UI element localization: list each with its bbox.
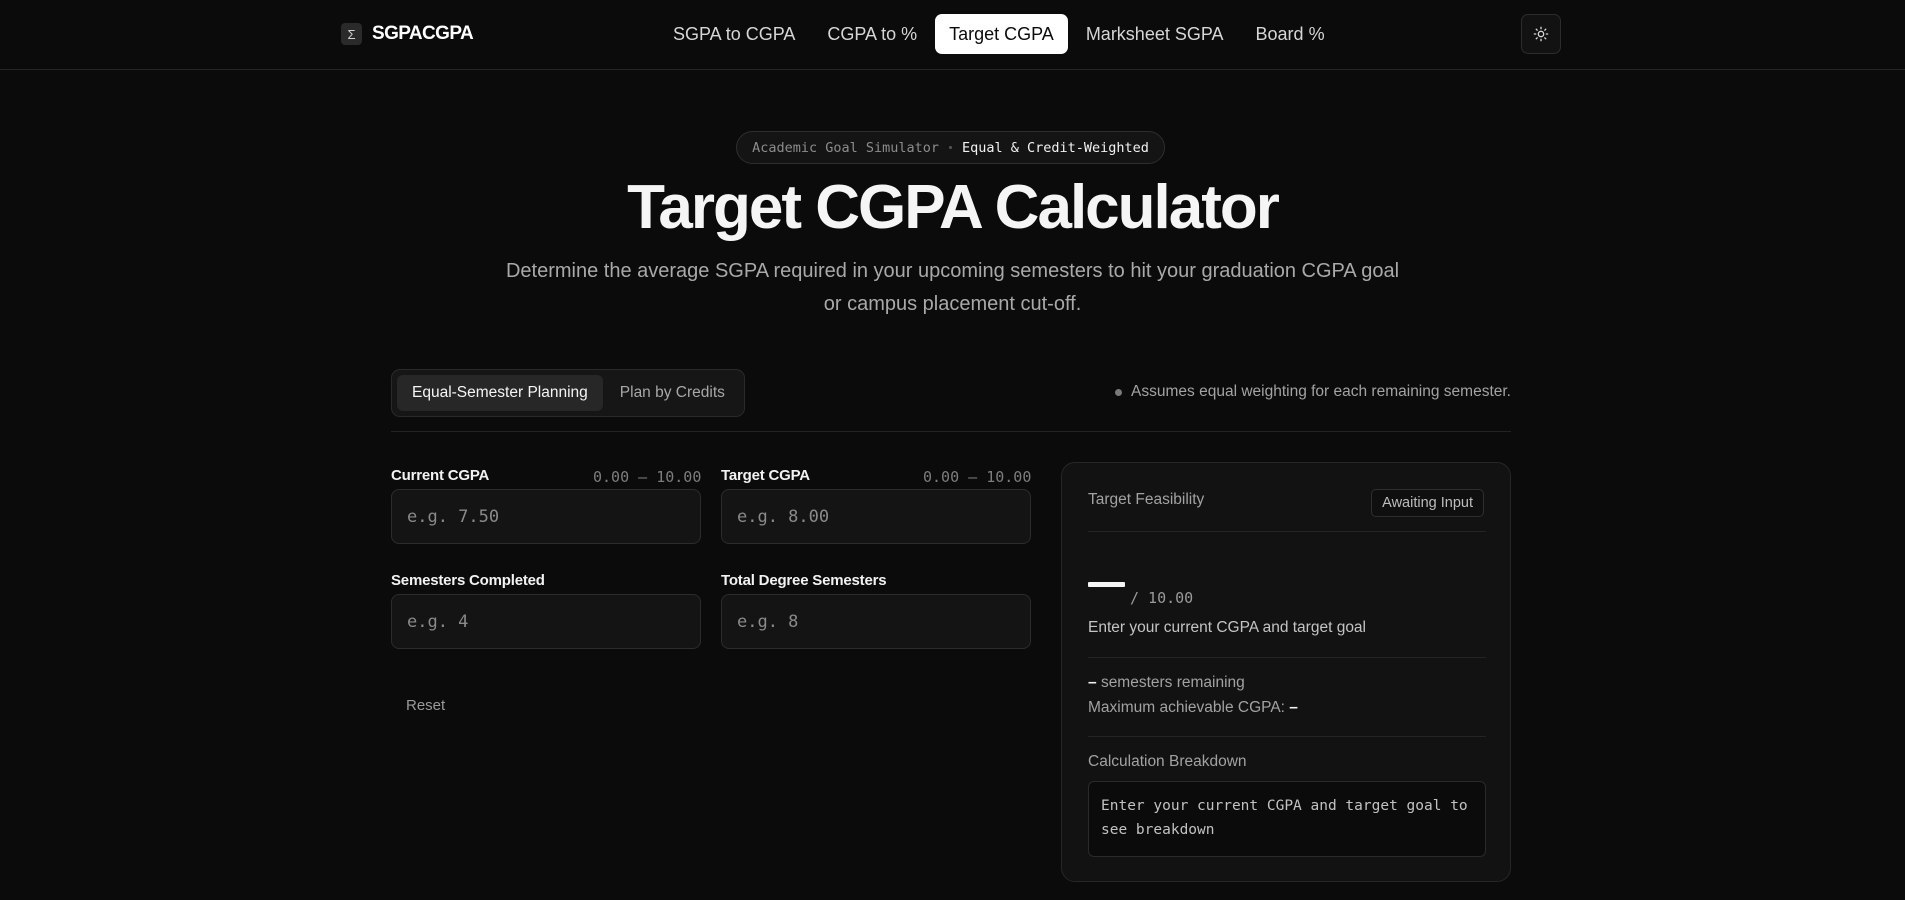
target-feasibility-card: Target Feasibility Awaiting Input / 10.0… — [1061, 462, 1511, 882]
main-nav: SGPA to CGPA CGPA to % Target CGPA Marks… — [659, 14, 1339, 54]
breakdown-label: Calculation Breakdown — [1088, 753, 1247, 770]
current-cgpa-input[interactable] — [391, 489, 701, 544]
semesters-remaining-label: semesters remaining — [1100, 674, 1245, 691]
max-cgpa-value: – — [1289, 699, 1298, 716]
total-semesters-input[interactable] — [721, 594, 1031, 649]
semesters-completed-input[interactable] — [391, 594, 701, 649]
required-sgpa-placeholder-dash — [1088, 582, 1125, 587]
mode-note: Assumes equal weighting for each remaini… — [1115, 383, 1511, 401]
semesters-remaining-stat: – semesters remaining — [1088, 674, 1245, 692]
card-divider — [1088, 736, 1486, 737]
hero-tag-pill: Academic Goal Simulator Equal & Credit-W… — [736, 131, 1165, 164]
bullet-dot-icon — [1115, 388, 1123, 396]
semesters-completed-label: Semesters Completed — [391, 572, 545, 589]
breakdown-box: Enter your current CGPA and target goal … — [1088, 781, 1486, 857]
current-cgpa-label: Current CGPA — [391, 467, 490, 484]
total-semesters-label: Total Degree Semesters — [721, 572, 887, 589]
sigma-icon: Σ — [341, 23, 362, 45]
page-subtitle: Determine the average SGPA required in y… — [505, 260, 1400, 315]
pill-label-simulator: Academic Goal Simulator — [752, 139, 939, 156]
max-cgpa-stat: Maximum achievable CGPA: – — [1088, 699, 1298, 717]
card-heading: Target Feasibility — [1088, 491, 1205, 508]
result-message: Enter your current CGPA and target goal — [1088, 619, 1367, 636]
tab-plan-by-credits[interactable]: Plan by Credits — [605, 375, 740, 411]
status-badge: Awaiting Input — [1371, 489, 1484, 517]
card-divider — [1088, 657, 1486, 658]
current-cgpa-range: 0.00 – 10.00 — [593, 468, 702, 486]
nav-item-marksheet-sgpa[interactable]: Marksheet SGPA — [1072, 14, 1238, 54]
planning-mode-tabs: Equal-Semester Planning Plan by Credits — [391, 369, 745, 417]
section-divider — [391, 431, 1511, 432]
brand-name: SGPACGPA — [372, 23, 474, 44]
sun-icon — [1533, 26, 1549, 42]
out-of-scale: / 10.00 — [1130, 589, 1194, 607]
mode-note-text: Assumes equal weighting for each remaini… — [1131, 383, 1511, 400]
reset-button[interactable]: Reset — [391, 690, 460, 720]
card-divider — [1088, 531, 1486, 532]
tab-equal-semester-planning[interactable]: Equal-Semester Planning — [397, 375, 603, 411]
semesters-remaining-value: – — [1088, 674, 1097, 691]
nav-item-sgpa-to-cgpa[interactable]: SGPA to CGPA — [659, 14, 809, 54]
max-cgpa-label: Maximum achievable CGPA: — [1088, 699, 1285, 716]
nav-item-board-percent[interactable]: Board % — [1242, 14, 1339, 54]
target-cgpa-label: Target CGPA — [721, 467, 810, 484]
target-cgpa-range: 0.00 – 10.00 — [923, 468, 1032, 486]
target-cgpa-input[interactable] — [721, 489, 1031, 544]
top-navigation-bar: Σ SGPACGPA SGPA to CGPA CGPA to % Target… — [0, 0, 1905, 70]
theme-toggle-button[interactable] — [1521, 14, 1561, 54]
brand-logo-link[interactable]: Σ SGPACGPA — [341, 23, 474, 45]
page-title: Target CGPA Calculator — [627, 173, 1280, 242]
nav-item-target-cgpa[interactable]: Target CGPA — [935, 14, 1068, 54]
pill-separator-dot — [949, 146, 952, 149]
nav-item-cgpa-to-percent[interactable]: CGPA to % — [813, 14, 931, 54]
pill-label-weighting: Equal & Credit-Weighted — [962, 139, 1149, 156]
